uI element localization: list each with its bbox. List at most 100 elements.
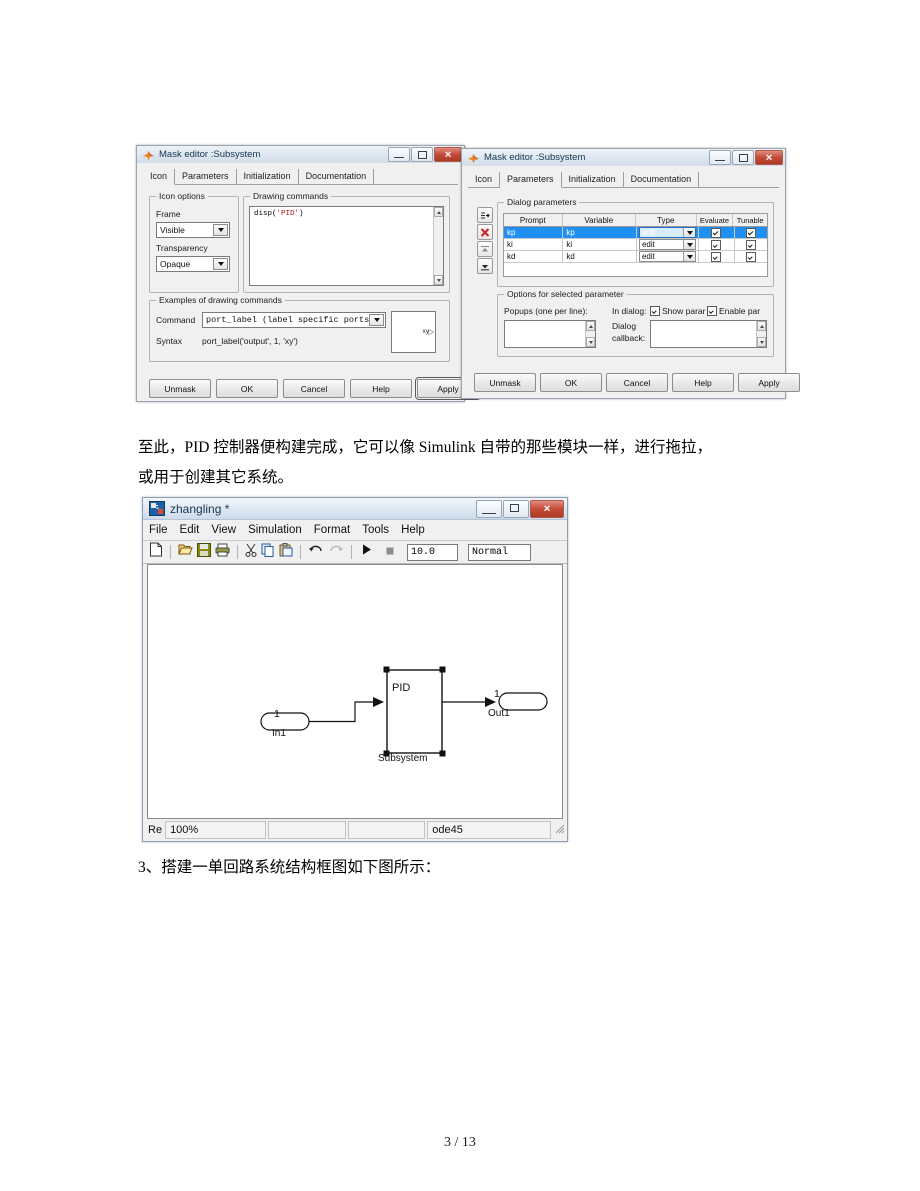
frame-combo[interactable]: Visible [156,222,230,238]
tab-icon[interactable]: Icon [143,169,176,185]
close-button[interactable]: ✕ [434,147,462,162]
dialog-callback-scrollbar[interactable] [756,321,766,347]
maximize-button[interactable] [732,150,754,165]
tunable-checkbox[interactable] [745,251,756,262]
ok-button[interactable]: OK [216,379,278,398]
simulink-model-window[interactable]: zhangling * ✕ File Edit View Simulation … [142,497,568,842]
scroll-down-button[interactable] [757,337,766,347]
menu-item-file[interactable]: File [149,524,168,536]
close-button[interactable]: ✕ [755,150,783,165]
paste-icon[interactable] [279,542,293,562]
evaluate-checkbox[interactable] [711,227,722,238]
dialog-callback-input[interactable] [650,320,767,348]
delete-parameter-button[interactable] [477,224,493,240]
add-parameter-button[interactable] [477,207,493,223]
help-button[interactable]: Help [350,379,412,398]
start-simulation-icon[interactable] [361,543,373,561]
tab-icon[interactable]: Icon [468,172,501,187]
ok-button[interactable]: OK [540,373,602,392]
command-combo[interactable]: port_label (label specific ports) [202,312,386,328]
evaluate-checkbox[interactable] [711,239,722,250]
cell-tunable[interactable] [735,227,767,238]
close-button[interactable]: ✕ [530,500,564,518]
tab-initialization[interactable]: Initialization [562,172,624,187]
command-chevron-down-icon[interactable] [369,314,384,326]
table-row[interactable]: kp kp edit [504,227,767,239]
type-combo[interactable]: edit [638,239,697,250]
cancel-button[interactable]: Cancel [283,379,345,398]
tab-initialization[interactable]: Initialization [237,169,299,184]
tab-parameters[interactable]: Parameters [175,169,237,184]
minimize-button[interactable] [709,150,731,165]
menu-item-simulation[interactable]: Simulation [248,524,302,536]
undo-icon[interactable] [308,543,324,561]
tunable-checkbox[interactable] [745,239,756,250]
help-button[interactable]: Help [672,373,734,392]
cell-evaluate[interactable] [699,251,735,262]
minimize-button[interactable] [388,147,410,162]
cell-tunable[interactable] [735,251,767,262]
show-parameter-checkbox[interactable] [650,306,660,316]
cell-type[interactable]: edit [637,227,700,238]
new-model-icon[interactable] [149,542,163,562]
type-chevron-down-icon[interactable] [683,228,696,237]
menu-item-format[interactable]: Format [314,524,350,536]
popups-input[interactable] [504,320,596,348]
maximize-button[interactable] [411,147,433,162]
tab-parameters[interactable]: Parameters [500,172,562,188]
unmask-button[interactable]: Unmask [149,379,211,398]
type-combo[interactable]: edit [638,251,697,262]
move-parameter-down-button[interactable] [477,258,493,274]
mask-editor-icon-dialog[interactable]: Mask editor :Subsystem ✕ Icon Parameters… [136,145,481,402]
tab-documentation[interactable]: Documentation [624,172,700,187]
cell-type[interactable]: edit [637,251,700,262]
enable-parameter-checkbox[interactable] [707,306,717,316]
type-chevron-down-icon[interactable] [683,240,696,249]
unmask-button[interactable]: Unmask [474,373,536,392]
model-canvas[interactable]: 1 In1 PID Subsystem 1 Out1 [147,564,563,819]
popups-scrollbar[interactable] [585,321,595,347]
title-bar[interactable]: Mask editor :Subsystem ✕ [462,149,785,167]
table-row[interactable]: ki ki edit [504,239,767,251]
tab-documentation[interactable]: Documentation [299,169,375,184]
window-buttons[interactable]: ✕ [387,147,462,162]
scroll-down-button[interactable] [434,275,443,285]
toolbar[interactable]: 10.0 Normal [143,541,567,564]
save-model-icon[interactable] [197,542,211,562]
move-parameter-up-button[interactable] [477,241,493,257]
mask-editor-parameters-dialog[interactable]: Mask editor :Subsystem ✕ Icon Parameters… [461,148,800,399]
open-model-icon[interactable] [178,542,193,562]
title-bar[interactable]: Mask editor :Subsystem ✕ [137,146,464,164]
minimize-button[interactable] [476,500,502,518]
evaluate-checkbox[interactable] [711,251,722,262]
tunable-checkbox[interactable] [745,227,756,238]
cell-evaluate[interactable] [699,227,735,238]
copy-icon[interactable] [261,543,275,562]
menu-item-view[interactable]: View [211,524,236,536]
window-buttons[interactable]: ✕ [475,500,564,518]
menu-item-tools[interactable]: Tools [362,524,389,536]
cut-icon[interactable] [245,543,257,562]
resize-grip-icon[interactable] [555,821,565,839]
table-row[interactable]: kd kd edit [504,251,767,263]
tab-strip[interactable]: Icon Parameters Initialization Documenta… [143,168,458,185]
type-combo[interactable]: edit [638,227,697,238]
scroll-up-button[interactable] [757,321,766,331]
menu-item-help[interactable]: Help [401,524,425,536]
dialog-parameters-table[interactable]: Prompt Variable Type Evaluate Tunable kp… [503,213,768,277]
menu-item-edit[interactable]: Edit [180,524,200,536]
cell-type[interactable]: edit [637,239,700,250]
transparency-combo[interactable]: Opaque [156,256,230,272]
title-bar[interactable]: zhangling * ✕ [143,498,567,520]
type-chevron-down-icon[interactable] [683,252,696,261]
cancel-button[interactable]: Cancel [606,373,668,392]
window-buttons[interactable]: ✕ [708,150,783,165]
drawing-commands-editor[interactable]: disp('PID') [249,206,444,286]
scroll-up-button[interactable] [434,207,443,217]
cell-evaluate[interactable] [699,239,735,250]
simulation-mode-select[interactable]: Normal [468,543,531,561]
tab-strip[interactable]: Icon Parameters Initialization Documenta… [468,171,779,188]
cell-tunable[interactable] [735,239,767,250]
scroll-up-button[interactable] [586,321,595,331]
apply-button[interactable]: Apply [738,373,800,392]
